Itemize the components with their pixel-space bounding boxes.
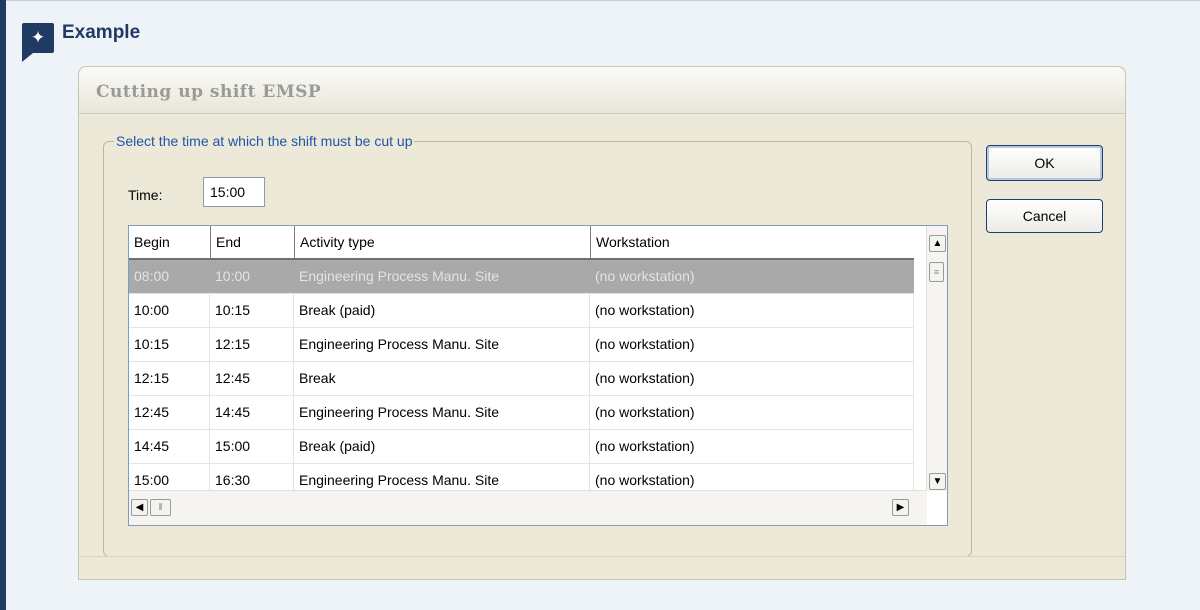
vertical-scrollbar[interactable]: ▲ ≡ ▼ [926,226,947,491]
scroll-left-icon[interactable]: ◀ [131,499,148,516]
cell-activity-type: Engineering Process Manu. Site [294,328,590,361]
table-row[interactable]: 15:00 16:30 Engineering Process Manu. Si… [129,464,914,497]
sparkle-icon: ✦ [22,23,54,62]
table-header: Begin End Activity type Workstation [129,226,914,260]
cell-end: 12:15 [210,328,294,361]
column-header-workstation[interactable]: Workstation [590,226,914,258]
horizontal-scroll-thumb[interactable]: ⦀ [150,499,171,516]
dialog-titlebar: Cutting up shift EMSP [79,67,1125,114]
table-row[interactable]: 10:00 10:15 Break (paid) (no workstation… [129,294,914,328]
cell-end: 14:45 [210,396,294,429]
cell-begin: 12:15 [129,362,210,395]
cell-end: 10:00 [210,260,294,293]
cell-workstation: (no workstation) [590,328,914,361]
table-row[interactable]: 10:15 12:15 Engineering Process Manu. Si… [129,328,914,362]
cell-workstation: (no workstation) [590,396,914,429]
dialog-title: Cutting up shift EMSP [96,82,322,102]
ok-button[interactable]: OK [986,145,1103,181]
shift-activity-table: Begin End Activity type Workstation 08:0… [128,225,948,526]
top-border [0,0,1200,1]
cut-shift-dialog: Cutting up shift EMSP Select the time at… [78,66,1126,580]
cut-time-groupbox: Select the time at which the shift must … [103,133,972,557]
cell-begin: 12:45 [129,396,210,429]
cell-begin: 08:00 [129,260,210,293]
table-row[interactable]: 12:45 14:45 Engineering Process Manu. Si… [129,396,914,430]
column-header-end[interactable]: End [210,226,294,258]
cell-begin: 14:45 [129,430,210,463]
cell-workstation: (no workstation) [590,430,914,463]
cell-workstation: (no workstation) [590,294,914,327]
column-header-activity-type[interactable]: Activity type [294,226,590,258]
table-row[interactable]: 14:45 15:00 Break (paid) (no workstation… [129,430,914,464]
cell-end: 10:15 [210,294,294,327]
scroll-down-icon[interactable]: ▼ [929,473,946,490]
time-label: Time: [128,187,163,203]
cell-activity-type: Break [294,362,590,395]
horizontal-scrollbar[interactable]: ◀ ⦀ ▶ [129,490,927,525]
table-row[interactable]: 08:00 10:00 Engineering Process Manu. Si… [129,260,914,294]
cell-end: 15:00 [210,430,294,463]
callout-title: Example [62,22,141,43]
cell-activity-type: Engineering Process Manu. Site [294,260,590,293]
time-input[interactable] [203,177,265,207]
table-row[interactable]: 12:15 12:45 Break (no workstation) [129,362,914,396]
cell-activity-type: Break (paid) [294,294,590,327]
vertical-scroll-thumb[interactable]: ≡ [929,262,944,282]
cell-workstation: (no workstation) [590,260,914,293]
dialog-footer-strip [79,556,1125,579]
cell-activity-type: Break (paid) [294,430,590,463]
cell-begin: 10:15 [129,328,210,361]
cell-begin: 10:00 [129,294,210,327]
scroll-up-icon[interactable]: ▲ [929,235,946,252]
groupbox-label: Select the time at which the shift must … [114,133,415,149]
cell-workstation: (no workstation) [590,362,914,395]
cell-activity-type: Engineering Process Manu. Site [294,396,590,429]
cancel-button[interactable]: Cancel [986,199,1103,233]
cell-end: 12:45 [210,362,294,395]
column-header-begin[interactable]: Begin [129,226,209,258]
callout-accent-bar [0,0,6,610]
scroll-right-icon[interactable]: ▶ [892,499,909,516]
